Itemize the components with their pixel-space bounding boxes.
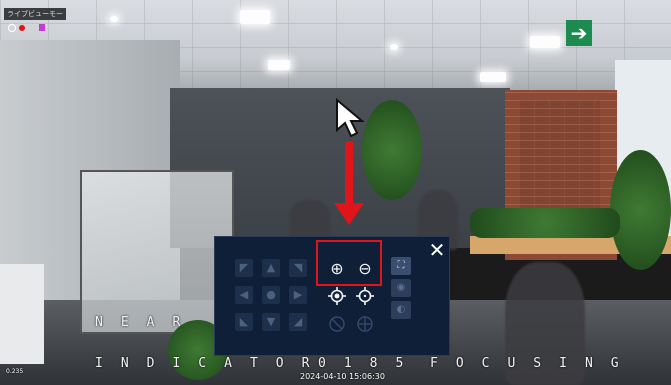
auto-focus-button[interactable]: ◉ [391,279,411,297]
pan-home-button[interactable]: ● [262,286,280,304]
flag-icon[interactable] [39,24,45,31]
ceiling-light [240,10,270,24]
pan-down-left-button[interactable]: ◣ [235,313,253,331]
annotation-arrow-head [334,203,364,225]
pan-right-button[interactable]: ▶ [289,286,307,304]
white-shelf [0,264,44,364]
ceiling-light [530,36,560,48]
pan-up-button[interactable]: ▲ [262,259,280,277]
pan-up-left-button[interactable]: ◤ [235,259,253,277]
indicator-label: INDICATOR [95,356,328,371]
pan-up-right-button[interactable]: ◥ [289,259,307,277]
pan-left-button[interactable]: ◀ [235,286,253,304]
annotation-arrow-shaft [345,142,353,208]
timestamp: 2024-04-10 15:06:30 [300,372,385,381]
annotation-highlight-box [316,240,382,286]
focusing-label: FOCUSING [430,356,637,371]
iris-close-button[interactable] [328,315,346,333]
near-label: NEAR [95,315,199,330]
indicator-value: 0185 [318,356,422,371]
plant [610,150,671,270]
plant-hedge [470,208,620,238]
ceiling-light [390,44,398,50]
glass-partition [80,170,234,334]
record-ring-icon[interactable] [8,24,16,32]
window-title: ライブビューモード [4,8,66,30]
pan-down-right-button[interactable]: ◢ [289,313,307,331]
corner-readout: 0.235 [6,368,24,375]
fit-screen-button[interactable]: ⛶ [391,257,411,275]
focus-near-button[interactable] [328,287,346,305]
plant [362,100,422,200]
ceiling-light [110,16,118,22]
ceiling-light [268,60,290,70]
close-panel-button[interactable]: ✕ [428,240,446,260]
iris-open-button[interactable] [356,315,374,333]
pan-down-button[interactable]: ▼ [262,313,280,331]
person-blurred [290,200,330,240]
focus-far-button[interactable] [356,287,374,305]
exit-sign: ➔ [566,20,592,46]
record-icon[interactable] [19,25,25,31]
preset-button[interactable]: ◐ [391,301,411,319]
ceiling-light [480,72,506,82]
mouse-cursor-icon [336,98,365,138]
